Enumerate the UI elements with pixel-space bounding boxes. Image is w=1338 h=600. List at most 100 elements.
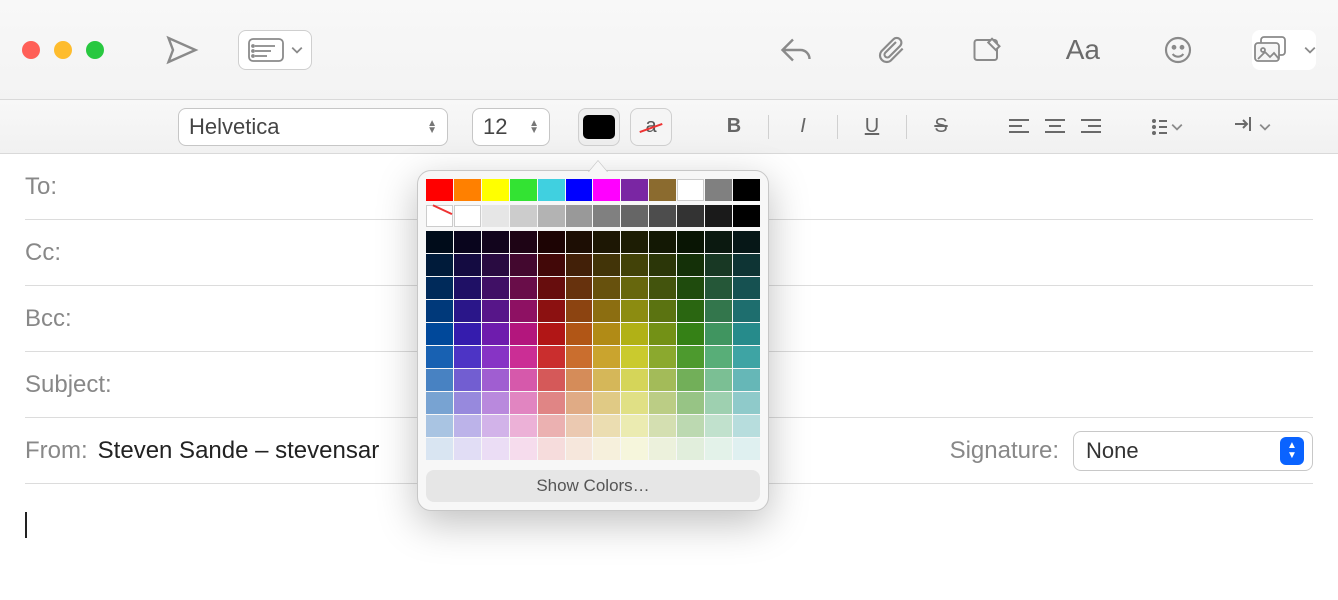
close-window-button[interactable] — [22, 41, 40, 59]
underline-button[interactable]: U — [854, 109, 890, 145]
color-swatch-cell[interactable] — [454, 179, 481, 201]
color-swatch-cell[interactable] — [538, 300, 565, 322]
color-swatch-cell[interactable] — [426, 415, 453, 437]
color-swatch-cell[interactable] — [677, 438, 704, 460]
color-swatch-cell[interactable] — [566, 323, 593, 345]
color-swatch-cell[interactable] — [454, 392, 481, 414]
color-swatch-cell[interactable] — [426, 300, 453, 322]
color-swatch-cell[interactable] — [510, 205, 537, 227]
color-swatch-cell[interactable] — [566, 346, 593, 368]
color-swatch-cell[interactable] — [705, 300, 732, 322]
color-swatch-cell[interactable] — [621, 438, 648, 460]
color-swatch-cell[interactable] — [593, 300, 620, 322]
strikethrough-button[interactable]: S — [923, 109, 959, 145]
color-swatch-cell[interactable] — [621, 205, 648, 227]
color-swatch-cell[interactable] — [566, 300, 593, 322]
color-swatch-cell[interactable] — [733, 415, 760, 437]
color-swatch-cell[interactable] — [454, 254, 481, 276]
color-swatch-cell[interactable] — [482, 254, 509, 276]
color-swatch-cell[interactable] — [733, 254, 760, 276]
align-center-button[interactable] — [1039, 118, 1071, 136]
color-swatch-cell[interactable] — [705, 205, 732, 227]
emoji-button[interactable] — [1158, 30, 1198, 70]
align-right-button[interactable] — [1075, 118, 1107, 136]
color-swatch-cell[interactable] — [621, 277, 648, 299]
color-swatch-cell[interactable] — [677, 346, 704, 368]
color-swatch-cell[interactable] — [538, 392, 565, 414]
color-swatch-cell[interactable] — [454, 369, 481, 391]
color-swatch-cell[interactable] — [426, 369, 453, 391]
color-swatch-cell[interactable] — [482, 323, 509, 345]
color-swatch-cell[interactable] — [510, 346, 537, 368]
color-swatch-cell[interactable] — [482, 277, 509, 299]
color-swatch-cell[interactable] — [538, 205, 565, 227]
color-swatch-cell[interactable] — [426, 179, 453, 201]
photo-browser-button[interactable] — [1252, 30, 1316, 70]
color-swatch-cell[interactable] — [677, 369, 704, 391]
color-swatch-cell[interactable] — [482, 179, 509, 201]
color-swatch-cell[interactable] — [454, 438, 481, 460]
color-swatch-cell[interactable] — [426, 438, 453, 460]
color-swatch-cell[interactable] — [538, 179, 565, 201]
color-swatch-cell[interactable] — [510, 438, 537, 460]
italic-button[interactable]: I — [785, 109, 821, 145]
color-swatch-cell[interactable] — [454, 231, 481, 253]
color-swatch-cell[interactable] — [566, 277, 593, 299]
color-swatch-cell[interactable] — [566, 415, 593, 437]
color-swatch-cell[interactable] — [538, 277, 565, 299]
color-swatch-cell[interactable] — [733, 369, 760, 391]
text-strike-color-button[interactable]: a — [630, 108, 672, 146]
color-swatch-cell[interactable] — [454, 277, 481, 299]
color-swatch-cell[interactable] — [510, 415, 537, 437]
color-swatch-cell[interactable] — [621, 369, 648, 391]
color-swatch-cell[interactable] — [426, 277, 453, 299]
color-swatch-cell[interactable] — [426, 323, 453, 345]
color-swatch-cell[interactable] — [593, 277, 620, 299]
color-swatch-cell[interactable] — [649, 369, 676, 391]
color-swatch-cell[interactable] — [621, 392, 648, 414]
color-swatch-cell[interactable] — [593, 438, 620, 460]
color-swatch-cell[interactable] — [426, 254, 453, 276]
color-swatch-cell[interactable] — [593, 346, 620, 368]
color-swatch-cell[interactable] — [705, 231, 732, 253]
color-swatch-cell[interactable] — [733, 438, 760, 460]
color-swatch-cell[interactable] — [621, 300, 648, 322]
color-swatch-cell[interactable] — [538, 323, 565, 345]
color-swatch-cell[interactable] — [482, 205, 509, 227]
color-swatch-cell[interactable] — [621, 254, 648, 276]
color-swatch-cell[interactable] — [510, 277, 537, 299]
color-swatch-cell[interactable] — [733, 231, 760, 253]
color-swatch-cell[interactable] — [566, 392, 593, 414]
color-swatch-cell[interactable] — [593, 415, 620, 437]
font-size-select[interactable]: 12 ▲▼ — [472, 108, 550, 146]
color-swatch-cell[interactable] — [677, 205, 704, 227]
color-swatch-cell[interactable] — [621, 346, 648, 368]
color-swatch-cell[interactable] — [649, 323, 676, 345]
color-swatch-cell[interactable] — [566, 438, 593, 460]
color-swatch-cell[interactable] — [538, 438, 565, 460]
color-swatch-cell[interactable] — [705, 438, 732, 460]
color-swatch-cell[interactable] — [733, 277, 760, 299]
color-swatch-cell[interactable] — [426, 346, 453, 368]
color-swatch-cell[interactable] — [677, 179, 704, 201]
markup-button[interactable] — [966, 30, 1008, 70]
zoom-window-button[interactable] — [86, 41, 104, 59]
color-swatch-cell[interactable] — [510, 369, 537, 391]
color-swatch-cell[interactable] — [566, 205, 593, 227]
font-family-select[interactable]: Helvetica ▲▼ — [178, 108, 448, 146]
color-swatch-cell[interactable] — [482, 369, 509, 391]
color-swatch-cell[interactable] — [482, 231, 509, 253]
color-swatch-cell[interactable] — [593, 231, 620, 253]
color-swatch-cell[interactable] — [705, 392, 732, 414]
color-swatch-cell[interactable] — [649, 415, 676, 437]
color-swatch-cell[interactable] — [538, 254, 565, 276]
color-swatch-cell[interactable] — [733, 205, 760, 227]
color-swatch-cell[interactable] — [677, 231, 704, 253]
color-swatch-cell[interactable] — [649, 300, 676, 322]
color-swatch-cell[interactable] — [426, 205, 453, 227]
color-swatch-cell[interactable] — [510, 300, 537, 322]
signature-select[interactable]: None ▲▼ — [1073, 431, 1313, 471]
color-swatch-cell[interactable] — [705, 254, 732, 276]
color-swatch-cell[interactable] — [649, 254, 676, 276]
color-swatch-cell[interactable] — [649, 231, 676, 253]
